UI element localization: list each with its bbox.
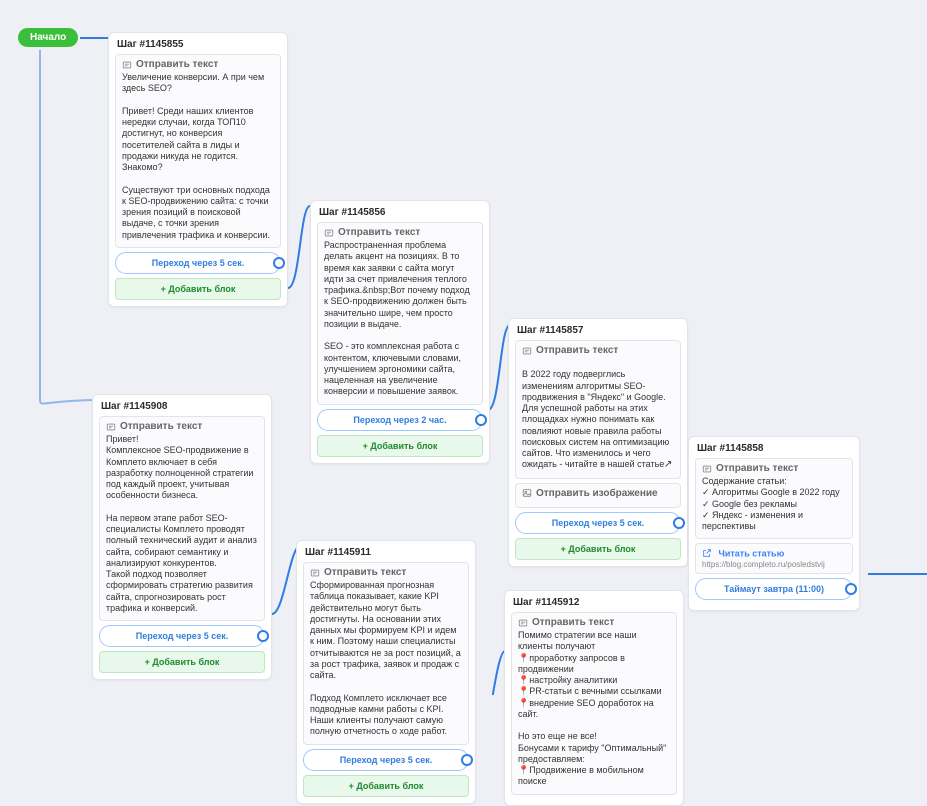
- transition-button[interactable]: Переход через 5 сек.: [99, 625, 265, 647]
- add-block-button[interactable]: + Добавить блок: [515, 538, 681, 560]
- step-title: Шаг #1145857: [515, 325, 681, 340]
- step-card-1145911[interactable]: Шаг #1145911 Отправить текст Сформирован…: [296, 540, 476, 804]
- block-label: Отправить текст: [536, 345, 618, 356]
- block-label: Отправить текст: [716, 463, 798, 474]
- transition-button[interactable]: Переход через 5 сек.: [515, 512, 681, 534]
- send-text-block[interactable]: Отправить текст Содержание статьи: ✓ Алг…: [695, 458, 853, 539]
- block-label: Отправить текст: [532, 617, 614, 628]
- link-title: Читать статью: [719, 549, 785, 559]
- block-body: Помимо стратегии все наши клиенты получа…: [518, 630, 670, 788]
- transition-button[interactable]: Переход через 2 час.: [317, 409, 483, 431]
- text-icon: [324, 228, 334, 238]
- transition-button[interactable]: Переход через 5 сек.: [303, 749, 469, 771]
- send-image-block[interactable]: Отправить изображение: [515, 483, 681, 508]
- step-card-1145856[interactable]: Шаг #1145856 Отправить текст Распростран…: [310, 200, 490, 464]
- text-icon: [518, 618, 528, 628]
- block-header: Отправить текст: [310, 567, 462, 578]
- step-card-1145858[interactable]: Шаг #1145858 Отправить текст Содержание …: [688, 436, 860, 611]
- start-label: Начало: [30, 32, 66, 43]
- block-label: Отправить текст: [136, 59, 218, 70]
- block-label: Отправить изображение: [536, 488, 658, 499]
- send-text-block[interactable]: Отправить текст Сформированная прогнозна…: [303, 562, 469, 745]
- block-header: Отправить текст: [324, 227, 476, 238]
- block-body: Привет! Комплексное SEO-продвижение в Ко…: [106, 434, 258, 614]
- block-body: Содержание статьи: ✓ Алгоритмы Google в …: [702, 476, 846, 532]
- step-title: Шаг #1145911: [303, 547, 469, 562]
- block-label: Отправить текст: [120, 421, 202, 432]
- link-url: https://blog.completo.ru/posledstvij: [702, 560, 846, 569]
- text-icon: [122, 60, 132, 70]
- add-block-button[interactable]: + Добавить блок: [115, 278, 281, 300]
- block-header: Отправить текст: [702, 463, 846, 474]
- text-icon: [522, 346, 532, 356]
- link-block[interactable]: Читать статью https://blog.completo.ru/p…: [695, 543, 853, 574]
- block-body: В 2022 году подверглись изменениям алгор…: [522, 358, 674, 472]
- send-text-block[interactable]: Отправить текст Помимо стратегии все наш…: [511, 612, 677, 795]
- send-text-block[interactable]: Отправить текст Распространенная проблем…: [317, 222, 483, 405]
- step-title: Шаг #1145858: [695, 443, 853, 458]
- start-node[interactable]: Начало: [18, 28, 78, 47]
- step-card-1145908[interactable]: Шаг #1145908 Отправить текст Привет! Ком…: [92, 394, 272, 680]
- text-icon: [106, 422, 116, 432]
- block-header: Отправить изображение: [522, 488, 674, 499]
- text-icon: [702, 464, 712, 474]
- step-card-1145857[interactable]: Шаг #1145857 Отправить текст В 2022 году…: [508, 318, 688, 567]
- block-header: Отправить текст: [122, 59, 274, 70]
- add-block-button[interactable]: + Добавить блок: [317, 435, 483, 457]
- add-block-button[interactable]: + Добавить блок: [303, 775, 469, 797]
- timeout-button[interactable]: Таймаут завтра (11:00): [695, 578, 853, 600]
- cursor-icon: [664, 459, 672, 469]
- step-title: Шаг #1145855: [115, 39, 281, 54]
- block-header: Отправить текст: [522, 345, 674, 356]
- block-header: Отправить текст: [106, 421, 258, 432]
- step-card-1145855[interactable]: Шаг #1145855 Отправить текст Увеличение …: [108, 32, 288, 307]
- step-card-1145912[interactable]: Шаг #1145912 Отправить текст Помимо стра…: [504, 590, 684, 806]
- image-icon: [522, 488, 532, 498]
- send-text-block[interactable]: Отправить текст В 2022 году подверглись …: [515, 340, 681, 479]
- send-text-block[interactable]: Отправить текст Привет! Комплексное SEO-…: [99, 416, 265, 621]
- block-body: Распространенная проблема делать акцент …: [324, 240, 476, 398]
- block-header: Отправить текст: [518, 617, 670, 628]
- transition-button[interactable]: Переход через 5 сек.: [115, 252, 281, 274]
- block-label: Отправить текст: [338, 227, 420, 238]
- step-title: Шаг #1145908: [99, 401, 265, 416]
- text-icon: [310, 568, 320, 578]
- step-title: Шаг #1145856: [317, 207, 483, 222]
- block-body: Увеличение конверсии. А при чем здесь SE…: [122, 72, 274, 241]
- add-block-button[interactable]: + Добавить блок: [99, 651, 265, 673]
- block-body: Сформированная прогнозная таблица показы…: [310, 580, 462, 738]
- external-link-icon: [702, 548, 712, 560]
- block-label: Отправить текст: [324, 567, 406, 578]
- step-title: Шаг #1145912: [511, 597, 677, 612]
- send-text-block[interactable]: Отправить текст Увеличение конверсии. А …: [115, 54, 281, 248]
